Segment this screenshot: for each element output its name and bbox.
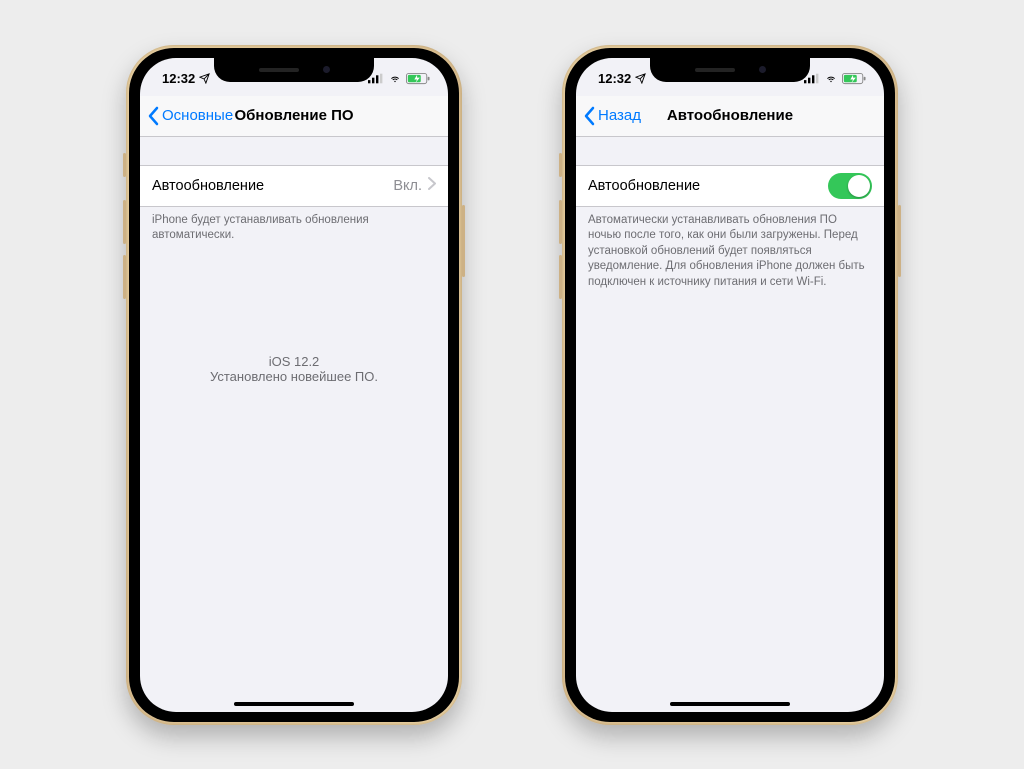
battery-icon (842, 73, 866, 85)
content-area: Автообновление Вкл. iPhone будет устанав… (140, 137, 448, 384)
mute-switch (123, 153, 126, 177)
battery-icon (406, 73, 430, 85)
section-footer: Автоматически устанавливать обновления П… (576, 207, 884, 291)
spacer (576, 137, 884, 165)
section-footer: iPhone будет устанавливать обновления ав… (140, 207, 448, 244)
home-indicator[interactable] (670, 702, 790, 706)
phone-right: 12:32 (562, 45, 898, 725)
auto-update-toggle[interactable] (828, 173, 872, 199)
cellular-signal-icon (804, 73, 820, 84)
row-label: Автообновление (588, 178, 828, 194)
chevron-right-icon (428, 177, 436, 195)
home-indicator[interactable] (234, 702, 354, 706)
status-time: 12:32 (162, 71, 195, 86)
ios-version: iOS 12.2 (140, 354, 448, 369)
row-label: Автообновление (152, 178, 393, 194)
location-icon (199, 73, 210, 84)
mute-switch (559, 153, 562, 177)
auto-update-toggle-row[interactable]: Автообновление (576, 165, 884, 207)
wifi-icon (388, 73, 402, 84)
volume-down-button (559, 255, 562, 299)
phone-left: 12:32 (126, 45, 462, 725)
chevron-left-icon (582, 106, 596, 126)
cellular-signal-icon (368, 73, 384, 84)
status-bar: 12:32 (140, 58, 448, 96)
spacer (140, 137, 448, 165)
screen: 12:32 (140, 58, 448, 712)
status-time: 12:32 (598, 71, 631, 86)
chevron-left-icon (146, 106, 160, 126)
content-area: Автообновление Автоматически устанавлива… (576, 137, 884, 291)
back-button[interactable]: Основные (140, 106, 233, 126)
side-button (462, 205, 465, 277)
navigation-bar: Назад Автообновление (576, 96, 884, 137)
volume-down-button (123, 255, 126, 299)
back-button[interactable]: Назад (576, 106, 641, 126)
up-to-date-block: iOS 12.2 Установлено новейшее ПО. (140, 354, 448, 384)
back-label: Основные (162, 107, 233, 124)
auto-update-row[interactable]: Автообновление Вкл. (140, 165, 448, 207)
screen: 12:32 (576, 58, 884, 712)
navigation-bar: Основные Обновление ПО (140, 96, 448, 137)
location-icon (635, 73, 646, 84)
stage: 12:32 (0, 0, 1024, 769)
up-to-date-message: Установлено новейшее ПО. (140, 369, 448, 384)
wifi-icon (824, 73, 838, 84)
side-button (898, 205, 901, 277)
volume-up-button (559, 200, 562, 244)
volume-up-button (123, 200, 126, 244)
status-bar: 12:32 (576, 58, 884, 96)
back-label: Назад (598, 107, 641, 124)
row-value: Вкл. (393, 178, 422, 194)
